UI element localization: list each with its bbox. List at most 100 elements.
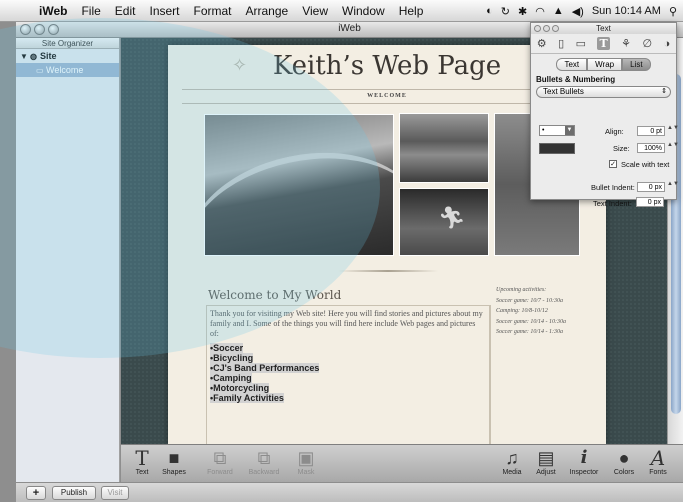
text-inspector-icon[interactable]: T bbox=[597, 37, 610, 50]
list-item[interactable]: •Family Activities bbox=[210, 393, 319, 403]
metrics-inspector-icon[interactable]: ◑ bbox=[664, 38, 671, 50]
bottom-bar: + Publish Visit bbox=[16, 482, 683, 502]
inspector-title-bar: Text bbox=[531, 23, 676, 34]
wifi-icon[interactable]: ◠ bbox=[535, 5, 545, 18]
text-indent-label: Text Indent: bbox=[593, 199, 632, 208]
menu-window[interactable]: Window bbox=[335, 4, 392, 18]
add-page-button[interactable]: + bbox=[26, 486, 46, 500]
menu-format[interactable]: Format bbox=[187, 4, 239, 18]
shapes-button-label: Shapes bbox=[162, 469, 186, 476]
menu-insert[interactable]: Insert bbox=[142, 4, 186, 18]
list-item[interactable]: •Bicycling bbox=[210, 353, 319, 363]
sidebar-item-label: Welcome bbox=[46, 65, 84, 75]
menu-clock[interactable]: Sun 10:14 AM bbox=[592, 5, 661, 17]
align-field[interactable]: 0 pt bbox=[637, 126, 665, 136]
eject-icon[interactable]: ▲ bbox=[553, 5, 564, 17]
layout-inspector-icon[interactable]: ▭ bbox=[576, 37, 586, 50]
screen: iWeb File Edit Insert Format Arrange Vie… bbox=[0, 0, 683, 502]
link-inspector-icon[interactable]: ∅ bbox=[642, 37, 652, 50]
mask-icon: ▣ bbox=[297, 448, 315, 468]
bullet-indent-label: Bullet Indent: bbox=[591, 183, 635, 192]
bullet-indent-stepper[interactable]: ▲▼ bbox=[667, 181, 679, 192]
bullet-color-well[interactable] bbox=[539, 143, 575, 154]
bullet-indent-field[interactable]: 0 px bbox=[637, 182, 665, 192]
list-item: Soccer game: 10/14 - 1:30a bbox=[496, 329, 563, 335]
welcome-heading[interactable]: Welcome to My World bbox=[208, 288, 341, 302]
list-item: Soccer game: 10/7 - 10:30a bbox=[496, 297, 563, 304]
forward-button[interactable]: ⧉ Forward bbox=[201, 447, 239, 476]
menu-help[interactable]: Help bbox=[392, 4, 431, 18]
fonts-button[interactable]: A Fonts bbox=[639, 447, 677, 476]
list-item[interactable]: •CJ's Band Performances bbox=[210, 363, 320, 373]
menu-app-name[interactable]: iWeb bbox=[32, 4, 74, 18]
list-item: Camping: 10/8-10/12 bbox=[496, 308, 548, 314]
popup-arrow-icon: ▼ bbox=[565, 126, 574, 135]
tab-wrap[interactable]: Wrap bbox=[587, 58, 623, 71]
volume-icon[interactable]: ◀) bbox=[572, 5, 584, 18]
menu-arrange[interactable]: Arrange bbox=[239, 4, 296, 18]
menu-file[interactable]: File bbox=[74, 4, 107, 18]
document-inspector-icon[interactable]: ⚙ bbox=[537, 37, 547, 50]
sidebar-item-label: Site bbox=[40, 51, 57, 61]
scale-with-text-checkbox[interactable]: ✓ bbox=[609, 160, 617, 168]
list-item[interactable]: •Camping bbox=[210, 373, 319, 383]
bullet-character-popup[interactable]: • ▼ bbox=[539, 125, 575, 136]
fonts-button-label: Fonts bbox=[649, 469, 667, 476]
list-item[interactable]: •Motorcycling bbox=[210, 383, 319, 393]
minimize-inspector-icon[interactable] bbox=[543, 25, 550, 32]
bridge-photo[interactable] bbox=[204, 114, 394, 256]
close-inspector-icon[interactable] bbox=[534, 25, 541, 32]
graphic-inspector-icon[interactable]: ⚘ bbox=[621, 37, 631, 50]
align-label: Align: bbox=[605, 127, 624, 136]
visit-button[interactable]: Visit bbox=[101, 486, 129, 500]
mask-button[interactable]: ▣ Mask bbox=[287, 447, 325, 476]
publish-button[interactable]: Publish bbox=[52, 486, 96, 500]
bullet-list[interactable]: •Soccer •Bicycling •CJ's Band Performanc… bbox=[210, 343, 320, 403]
spotlight-icon[interactable]: ⚲ bbox=[669, 5, 677, 18]
text-indent-field[interactable]: 0 px bbox=[636, 197, 664, 207]
adjust-button[interactable]: ▤ Adjust bbox=[527, 447, 565, 476]
menu-edit[interactable]: Edit bbox=[108, 4, 143, 18]
align-stepper[interactable]: ▲▼ bbox=[667, 125, 679, 136]
sync-icon[interactable]: ◐ bbox=[486, 5, 493, 17]
body-paragraph[interactable]: Thank you for visiting my Web site! Here… bbox=[210, 309, 486, 339]
sidebar-item-site[interactable]: ▼ ◍ Site bbox=[16, 49, 119, 63]
bluetooth-icon[interactable]: ✱ bbox=[518, 5, 527, 18]
page-icon: ▭ bbox=[36, 66, 44, 75]
disclosure-triangle-icon[interactable]: ▼ bbox=[20, 50, 30, 64]
size-field[interactable]: 100% bbox=[637, 143, 665, 153]
forward-button-label: Forward bbox=[207, 469, 233, 476]
jumping-person-icon: 🏃︎ bbox=[438, 205, 466, 230]
colors-button-label: Colors bbox=[613, 469, 635, 476]
list-item[interactable]: •Soccer bbox=[210, 343, 319, 353]
tab-text[interactable]: Text bbox=[556, 58, 588, 71]
size-stepper[interactable]: ▲▼ bbox=[667, 142, 679, 153]
inspector-button[interactable]: i Inspector bbox=[565, 447, 603, 476]
bullet-character-value: • bbox=[542, 127, 545, 134]
globe-icon: ◍ bbox=[30, 52, 37, 61]
media-icon: ♫ bbox=[505, 448, 519, 468]
menu-view[interactable]: View bbox=[295, 4, 335, 18]
colors-button[interactable]: ● Colors bbox=[605, 447, 643, 476]
tab-list[interactable]: List bbox=[622, 58, 651, 71]
media-button-label: Media bbox=[502, 469, 522, 476]
inspector-window-controls bbox=[534, 25, 559, 32]
upcoming-activities[interactable]: Upcoming activities: Soccer game: 10/7 -… bbox=[496, 285, 600, 338]
time-machine-icon[interactable]: ↻ bbox=[501, 5, 510, 18]
media-button[interactable]: ♫ Media bbox=[493, 447, 531, 476]
menu-extras: ◐ ↻ ✱ ◠ ▲ ◀) Sun 10:14 AM ⚲ bbox=[486, 0, 677, 22]
shapes-button[interactable]: ■ Shapes bbox=[155, 447, 193, 476]
backward-button[interactable]: ⧉ Backward bbox=[245, 447, 283, 476]
bullet-style-popup[interactable]: Text Bullets ⇕ bbox=[536, 86, 671, 98]
page-inspector-icon[interactable]: ▯ bbox=[558, 37, 564, 50]
zoom-inspector-icon[interactable] bbox=[552, 25, 559, 32]
canyon-photo[interactable] bbox=[399, 113, 489, 183]
size-label: Size: bbox=[613, 144, 630, 153]
bullet-style-value: Text Bullets bbox=[543, 87, 584, 96]
bullets-numbering-label: Bullets & Numbering bbox=[536, 75, 616, 84]
adjust-icon: ▤ bbox=[537, 448, 555, 468]
jumping-photo[interactable]: 🏃︎ bbox=[399, 188, 489, 256]
site-organizer-sidebar: Site Organizer ▼ ◍ Site ▭ Welcome bbox=[16, 38, 120, 482]
sidebar-item-welcome[interactable]: ▭ Welcome bbox=[16, 63, 119, 77]
adjust-button-label: Adjust bbox=[536, 469, 556, 476]
